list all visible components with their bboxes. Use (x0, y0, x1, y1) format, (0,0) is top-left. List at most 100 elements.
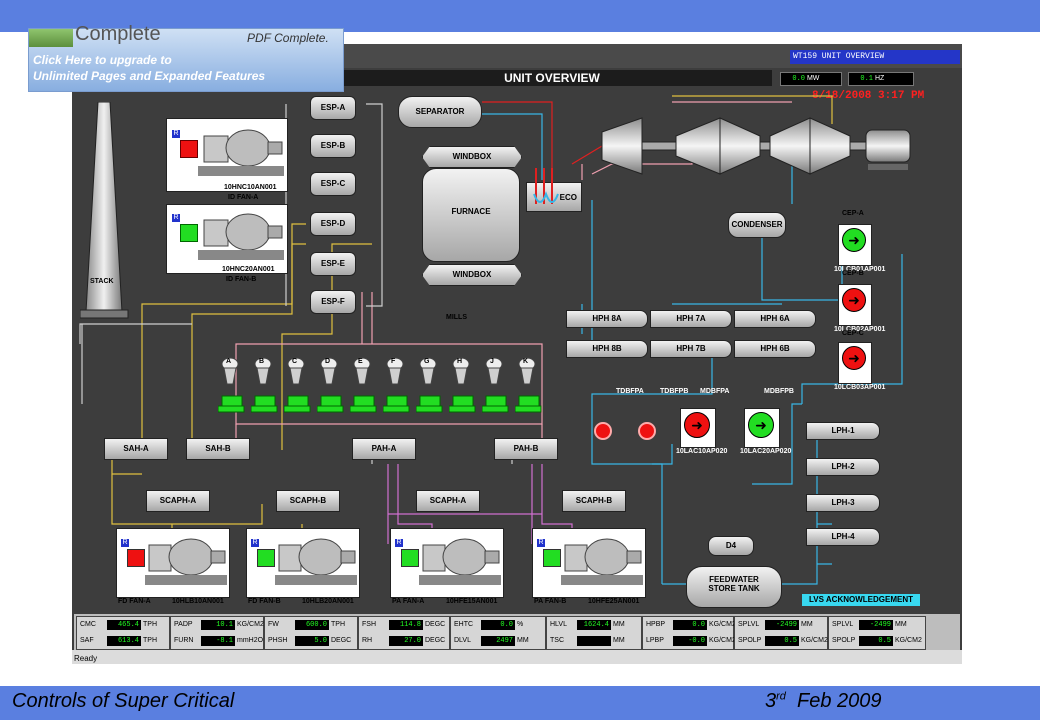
pa-fan-b-motor-icon[interactable] (543, 549, 561, 567)
lph-2[interactable]: LPH-2 (806, 458, 880, 476)
lvs-acknowledgement-button[interactable]: LVS ACKNOWLEDGEMENT (802, 594, 920, 606)
readout-label: SPLVL (738, 621, 760, 628)
condenser[interactable]: CONDENSER (728, 212, 786, 238)
hph-6b[interactable]: HPH 6B (734, 340, 816, 358)
scaph-a-1[interactable]: SCAPH-A (146, 490, 210, 512)
mill-label: A (226, 358, 232, 365)
mill-d[interactable]: D (316, 356, 345, 418)
readout-row: LPBP -0.0 KG/CM2 (643, 633, 736, 649)
mill-g[interactable]: G (415, 356, 444, 418)
fd-fan-b-tag: 10HLB20AN001 (302, 598, 354, 605)
cep-a-pump-icon[interactable]: ➜ (842, 228, 866, 252)
windbox-top[interactable]: WINDBOX (422, 146, 522, 168)
readout-row: TSC MM (547, 633, 641, 649)
mill-f[interactable]: F (382, 356, 411, 418)
readout-unit: DEGC (425, 621, 446, 628)
pah-a[interactable]: PAH-A (352, 438, 416, 460)
lph-1[interactable]: LPH-1 (806, 422, 880, 440)
hph-8b[interactable]: HPH 8B (566, 340, 648, 358)
cep-c-label: CEP-C (842, 330, 864, 337)
mill-icon (415, 357, 443, 413)
readout-row: CMC 465.4 TPH (77, 617, 169, 633)
readout-label: CMC (80, 621, 96, 628)
sah-a[interactable]: SAH-A (104, 438, 168, 460)
hph-7a[interactable]: HPH 7A (650, 310, 732, 328)
id-fan-a-tag: 10HNC10AN001 (224, 184, 277, 191)
sah-b[interactable]: SAH-B (186, 438, 250, 460)
mill-icon (514, 357, 542, 413)
esp-c[interactable]: ESP-C (310, 172, 356, 196)
mills-label: MILLS (446, 314, 467, 321)
id-fan-a-motor-icon[interactable] (180, 140, 198, 158)
mill-label: F (391, 358, 396, 365)
furnace[interactable]: FURNACE (422, 168, 520, 262)
d4-tank[interactable]: D4 (708, 536, 754, 556)
readout-value: 0.5 (859, 636, 893, 646)
id-fan-b-motor-icon[interactable] (180, 224, 198, 242)
cep-b-pump-icon[interactable]: ➜ (842, 288, 866, 312)
pa-fan-b-panel[interactable]: R (532, 528, 646, 598)
esp-e[interactable]: ESP-E (310, 252, 356, 276)
mill-b[interactable]: B (250, 356, 279, 418)
mill-a[interactable]: A (217, 356, 246, 418)
readout-label: SPOLP (832, 637, 856, 644)
readout-group: SPLVL -2499 MM SPOLP 0.5 KG/CM2 (828, 616, 926, 650)
cep-c-pump-icon[interactable]: ➜ (842, 346, 866, 370)
lph-3[interactable]: LPH-3 (806, 494, 880, 512)
hph-6a[interactable]: HPH 6A (734, 310, 816, 328)
lph-4[interactable]: LPH-4 (806, 528, 880, 546)
readout-value: 27.0 (389, 636, 423, 646)
readout-value: 465.4 (107, 620, 141, 630)
hph-7b[interactable]: HPH 7B (650, 340, 732, 358)
readout-label: TSC (550, 637, 564, 644)
pa-fan-b-name: PA FAN-B (534, 598, 567, 605)
turbine-train-icon (601, 117, 911, 175)
readout-label: SPLVL (832, 621, 854, 628)
readout-label: HLVL (550, 621, 567, 628)
pa-fan-a-motor-icon[interactable] (401, 549, 419, 567)
readout-row: PHSH 5.0 DEGC (265, 633, 357, 649)
pa-fan-a-panel[interactable]: R (390, 528, 504, 598)
mill-label: H (457, 358, 463, 365)
mill-label: K (523, 358, 529, 365)
mill-k[interactable]: K (514, 356, 543, 418)
fd-fan-a-motor-icon[interactable] (127, 549, 145, 567)
banner-line-1[interactable]: Click Here to upgrade to (33, 53, 172, 67)
mdbfpa-pump-icon[interactable]: ➜ (684, 412, 710, 438)
esp-a[interactable]: ESP-A (310, 96, 356, 120)
readout-group: FW 600.0 TPH PHSH 5.0 DEGC (264, 616, 358, 650)
mill-icon (349, 357, 377, 413)
date-rest: Feb 2009 (797, 690, 882, 712)
eco-coil-icon (533, 168, 559, 204)
fd-fan-b-panel[interactable]: R (246, 528, 360, 598)
scaph-b-2[interactable]: SCAPH-B (562, 490, 626, 512)
windbox-bottom[interactable]: WINDBOX (422, 264, 522, 286)
mill-h[interactable]: H (448, 356, 477, 418)
upgrade-banner[interactable]: Complete PDF Complete. Click Here to upg… (28, 23, 344, 92)
hph-8a[interactable]: HPH 8A (566, 310, 648, 328)
feedwater-store-tank[interactable]: FEEDWATER STORE TANK (686, 566, 782, 608)
scaph-a-2[interactable]: SCAPH-A (416, 490, 480, 512)
esp-d[interactable]: ESP-D (310, 212, 356, 236)
mill-j[interactable]: J (481, 356, 510, 418)
fd-fan-a-panel[interactable]: R (116, 528, 230, 598)
fd-fan-b-motor-icon[interactable] (257, 549, 275, 567)
tdbfpa-pump-icon[interactable] (594, 422, 612, 440)
mill-e[interactable]: E (349, 356, 378, 418)
mdbfpb-pump-icon[interactable]: ➜ (748, 412, 774, 438)
mill-label: D (325, 358, 331, 365)
esp-f[interactable]: ESP-F (310, 290, 356, 314)
fd-fan-b-icon (275, 538, 357, 585)
pah-b[interactable]: PAH-B (494, 438, 558, 460)
mill-c[interactable]: C (283, 356, 312, 418)
tdbfpb-pump-icon[interactable] (638, 422, 656, 440)
esp-b[interactable]: ESP-B (310, 134, 356, 158)
separator[interactable]: SEPARATOR (398, 96, 482, 128)
readout-unit: KG/CM2 (801, 637, 828, 644)
readout-unit: DEGC (331, 637, 352, 644)
readout-unit: TPH (143, 637, 157, 644)
readout-label: HPBP (646, 621, 666, 628)
pa-fan-b-tag: 10HFE25AN001 (588, 598, 640, 605)
scaph-b-1[interactable]: SCAPH-B (276, 490, 340, 512)
banner-line-2[interactable]: Unlimited Pages and Expanded Features (33, 69, 265, 83)
